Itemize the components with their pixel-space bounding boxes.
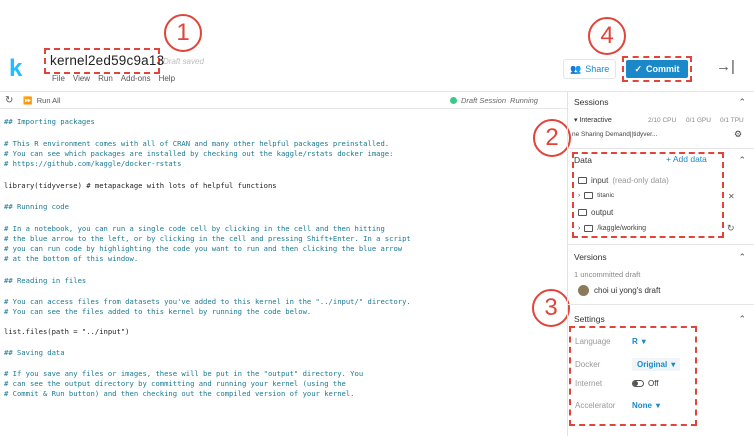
chevron-up-icon[interactable]: ⌃ xyxy=(738,155,746,166)
internet-setting: Internet Off xyxy=(575,379,659,388)
session-type-label: Interactive xyxy=(579,117,612,124)
accelerator-setting: Accelerator None ▾ xyxy=(575,401,660,410)
refresh-icon[interactable]: ↻ xyxy=(5,95,13,106)
sessions-divider xyxy=(568,148,754,149)
language-label: Language xyxy=(575,337,611,346)
avatar xyxy=(578,285,589,296)
session-label: Draft Session xyxy=(461,96,507,105)
internet-value: Off xyxy=(648,379,659,388)
internet-toggle[interactable]: Off xyxy=(632,379,659,388)
code-editor[interactable]: ## Importing packages # This R environme… xyxy=(0,110,566,436)
code-line: # You can access files from datasets you… xyxy=(4,297,411,306)
code-line: # can see the output directory by commit… xyxy=(4,379,346,388)
language-select[interactable]: R ▾ xyxy=(632,337,646,346)
code-line: # In a notebook, you can run a single co… xyxy=(4,224,385,233)
code-line: # If you save any files or images, these… xyxy=(4,369,364,378)
data-divider xyxy=(568,244,754,245)
code-line: library(tidyverse) # metapackage with lo… xyxy=(4,181,277,190)
settings-title[interactable]: Settings xyxy=(574,314,605,324)
code-line: # Commit & Run button) and then checking… xyxy=(4,389,355,398)
code-line: ## Saving data xyxy=(4,348,65,357)
data-highlight xyxy=(572,152,724,238)
code-line: # at the bottom of this window. xyxy=(4,254,139,263)
fast-forward-icon: ⏩ xyxy=(23,95,33,105)
kaggle-logo[interactable]: k xyxy=(9,55,22,83)
cpu-usage: 2/10 CPU xyxy=(648,117,677,124)
menu-help[interactable]: Help xyxy=(159,74,175,83)
code-line: # You can see which packages are install… xyxy=(4,149,394,158)
menu-add-ons[interactable]: Add-ons xyxy=(121,74,151,83)
sync-icon[interactable]: ↻ xyxy=(727,223,735,234)
caret-down-icon: ▾ xyxy=(671,360,676,369)
code-line: list.files(path = "../input") xyxy=(4,327,130,336)
collapse-panel-icon[interactable]: →| xyxy=(716,58,735,75)
code-line: # This R environment comes with all of C… xyxy=(4,139,390,148)
kernel-title-highlight: kernel2ed59c9a13 xyxy=(44,48,164,74)
menu-view[interactable]: View xyxy=(73,74,90,83)
code-line: ## Importing packages xyxy=(4,117,95,126)
commit-label: Commit xyxy=(646,64,680,74)
run-all-label: Run All xyxy=(36,95,61,105)
caret-down-icon: ▾ xyxy=(656,401,661,410)
accelerator-value: None xyxy=(632,401,652,410)
chevron-up-icon[interactable]: ⌃ xyxy=(738,252,746,263)
versions-divider xyxy=(568,304,754,305)
run-all-button[interactable]: ⏩ Run All xyxy=(23,96,60,105)
chevron-up-icon[interactable]: ⌃ xyxy=(738,97,746,108)
share-icon: 👥 xyxy=(570,63,582,74)
draft-item[interactable]: choi ui yong's draft xyxy=(578,285,660,296)
callout-1: 1 xyxy=(164,14,202,52)
versions-title[interactable]: Versions xyxy=(574,252,607,262)
session-detail: ne Sharing Demand||tidyver... xyxy=(572,131,658,138)
uncommitted-count: 1 uncommitted draft xyxy=(574,270,641,279)
kernel-title[interactable]: kernel2ed59c9a13 xyxy=(50,53,164,68)
draft-saved-status: Draft saved xyxy=(163,57,204,66)
running-indicator-icon xyxy=(450,97,457,104)
chevron-up-icon[interactable]: ⌃ xyxy=(738,314,746,325)
language-value: R xyxy=(632,337,638,346)
code-line: # https://github.com/kaggle/docker-rstat… xyxy=(4,159,182,168)
tpu-usage: 0/1 TPU xyxy=(720,117,744,124)
commit-button[interactable]: ✓ Commit xyxy=(626,60,688,78)
caret-down-icon: ▾ xyxy=(574,117,578,124)
menu-file[interactable]: File xyxy=(52,74,65,83)
docker-setting: Docker Original ▾ xyxy=(575,358,681,371)
menu-run[interactable]: Run xyxy=(98,74,113,83)
gpu-usage: 0/1 GPU xyxy=(686,117,711,124)
language-setting: Language R ▾ xyxy=(575,337,646,346)
commit-highlight: ✓ Commit xyxy=(622,56,692,82)
code-line: # You can see the files added to this ke… xyxy=(4,307,312,316)
code-line: # the blue arrow to the left, or by clic… xyxy=(4,234,411,243)
draft-name: choi ui yong's draft xyxy=(594,286,661,295)
docker-label: Docker xyxy=(575,360,601,369)
menu-bar: File View Run Add-ons Help xyxy=(52,74,175,83)
code-line: ## Running code xyxy=(4,202,69,211)
check-icon: ✓ xyxy=(634,63,643,74)
code-line: ## Reading in files xyxy=(4,276,87,285)
docker-select[interactable]: Original ▾ xyxy=(632,358,681,371)
session-type[interactable]: ▾ Interactive xyxy=(574,116,612,124)
close-icon[interactable]: ✕ xyxy=(728,192,735,201)
accelerator-label: Accelerator xyxy=(575,401,616,410)
share-label: Share xyxy=(585,64,610,74)
session-state: Running xyxy=(510,96,538,105)
share-button[interactable]: 👥 Share xyxy=(563,59,617,79)
sessions-title[interactable]: Sessions xyxy=(574,97,609,107)
callout-4: 4 xyxy=(588,17,626,55)
docker-value: Original xyxy=(637,360,668,369)
internet-label: Internet xyxy=(575,379,603,388)
code-line: # you can run code by highlighting the c… xyxy=(4,244,403,253)
caret-down-icon: ▾ xyxy=(641,337,646,346)
session-status: Draft Session Running xyxy=(450,96,538,105)
toggle-icon xyxy=(632,380,644,387)
accelerator-select[interactable]: None ▾ xyxy=(632,401,660,410)
gear-icon[interactable]: ⚙ xyxy=(734,129,742,140)
